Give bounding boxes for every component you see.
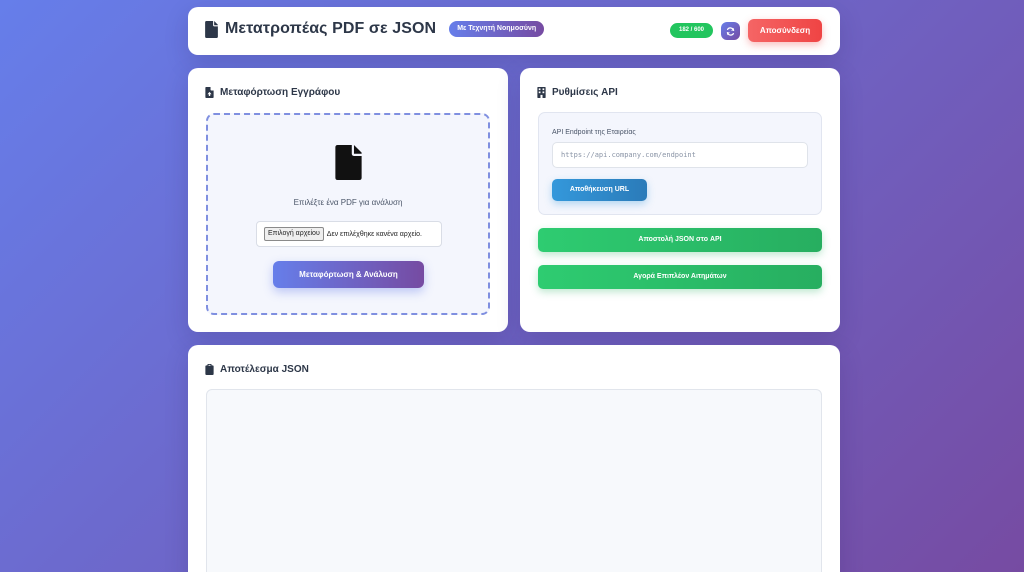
page-title: Μετατροπέας PDF σε JSON (225, 20, 437, 37)
file-status: Δεν επιλέχθηκε κανένα αρχείο. (326, 230, 422, 238)
clipboard-icon (205, 364, 214, 375)
logout-button[interactable]: Αποσύνδεση (748, 19, 822, 42)
app-header: Μετατροπέας PDF σε JSON Με Τεχνητή Νοημο… (188, 7, 840, 55)
api-section-label: Ρυθμίσεις API (552, 87, 618, 98)
header-title-group: Μετατροπέας PDF σε JSON Με Τεχνητή Νοημο… (205, 20, 545, 38)
pdf-dropzone[interactable]: Επιλέξτε ένα PDF για ανάλυση Επιλογή αρχ… (206, 113, 490, 315)
building-icon (537, 87, 546, 98)
endpoint-url-input[interactable] (552, 142, 808, 168)
result-section-label: Αποτέλεσμα JSON (220, 364, 309, 375)
send-json-button[interactable]: Αποστολή JSON στο API (538, 228, 822, 252)
upload-section-title: Μεταφόρτωση Εγγράφου (205, 87, 340, 98)
upload-panel: Μεταφόρτωση Εγγράφου Επιλέξτε ένα PDF γι… (188, 68, 508, 332)
api-settings-panel: Ρυθμίσεις API API Endpoint της Εταιρείας… (520, 68, 840, 332)
file-icon (335, 145, 362, 180)
ai-badge: Με Τεχνητή Νοημοσύνη (449, 21, 545, 37)
buy-requests-button[interactable]: Αγορά Επιπλέον Αιτημάτων (538, 265, 822, 289)
json-result-panel: Αποτέλεσμα JSON (188, 345, 840, 572)
usage-counter-badge: 182 / 600 (670, 23, 713, 38)
refresh-icon (726, 26, 735, 36)
choose-file-button[interactable]: Επιλογή αρχείου (264, 227, 324, 241)
dropzone-hint: Επιλέξτε ένα PDF για ανάλυση (293, 198, 403, 207)
result-section-title: Αποτέλεσμα JSON (205, 364, 309, 375)
file-upload-icon (205, 87, 214, 98)
refresh-button[interactable] (721, 22, 740, 40)
save-url-button[interactable]: Αποθήκευση URL (552, 179, 647, 201)
endpoint-label: API Endpoint της Εταιρείας (552, 129, 636, 136)
api-endpoint-box: API Endpoint της Εταιρείας Αποθήκευση UR… (538, 112, 822, 215)
file-icon (205, 20, 218, 38)
pdf-file-input[interactable]: Επιλογή αρχείου Δεν επιλέχθηκε κανένα αρ… (256, 221, 442, 247)
api-section-title: Ρυθμίσεις API (537, 87, 618, 98)
upload-section-label: Μεταφόρτωση Εγγράφου (220, 87, 341, 98)
json-output-area[interactable] (206, 389, 822, 572)
upload-analyze-button[interactable]: Μεταφόρτωση & Ανάλυση (273, 261, 424, 288)
